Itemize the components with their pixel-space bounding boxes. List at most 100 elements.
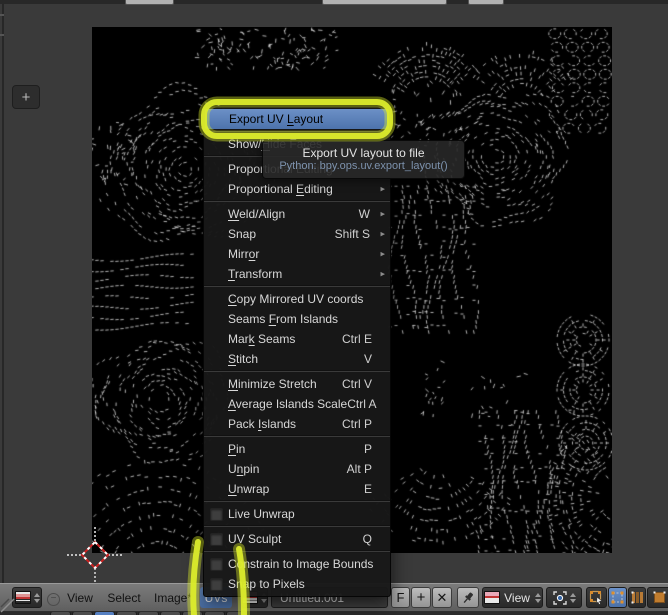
sync-select-icon xyxy=(589,590,603,605)
menu-item-label: Unpin xyxy=(228,462,260,476)
tooltip: Export UV layout to file Python: bpy.ops… xyxy=(262,140,465,179)
left-tick xyxy=(0,14,4,16)
menu-select[interactable]: Select xyxy=(104,587,144,608)
menu-item-shortcut: E xyxy=(363,482,372,496)
collapse-menus-icon[interactable]: − xyxy=(47,593,60,606)
menu-separator xyxy=(204,435,390,437)
menu-separator xyxy=(204,285,390,287)
vertex-select-button[interactable] xyxy=(608,587,627,608)
menu-separator xyxy=(204,370,390,372)
fake-user-button[interactable]: F xyxy=(391,587,410,608)
menu-item-label: Stitch xyxy=(228,352,259,366)
view-mode-dropdown[interactable]: View xyxy=(482,587,543,608)
menu-item-export-uv-layout[interactable]: Export UV Layout xyxy=(205,109,389,129)
menu-view[interactable]: View xyxy=(64,587,96,608)
view-mode-label: View xyxy=(504,590,530,605)
submenu-arrow-icon: ▸ xyxy=(380,248,385,259)
menu-item-weld-align[interactable]: Weld/Align W ▸ xyxy=(204,204,390,224)
menu-item-unpin[interactable]: Unpin Alt P xyxy=(204,459,390,479)
menu-item-label: Unwrap xyxy=(228,482,270,496)
menu-separator xyxy=(204,550,390,552)
menu-item-label: Snap to Pixels xyxy=(228,577,305,591)
edge-select-icon xyxy=(631,591,643,604)
menu-item-seams-from-islands[interactable]: Seams From Islands xyxy=(204,309,390,329)
menu-item-shortcut: Ctrl P xyxy=(342,417,372,431)
menu-item-label: Pack Islands xyxy=(228,417,297,431)
menu-item-label: Mirror xyxy=(228,247,260,261)
top-header-sliver xyxy=(0,0,668,5)
menu-item-shortcut: Ctrl E xyxy=(342,332,372,346)
menu-item-label: Snap xyxy=(228,227,257,241)
pivot-dropdown[interactable] xyxy=(546,587,582,608)
pivot-bullseye-icon xyxy=(552,590,567,605)
edge-select-button[interactable] xyxy=(628,587,646,608)
face-select-button[interactable] xyxy=(647,587,668,608)
tooltip-title: Export UV layout to file xyxy=(302,146,425,160)
menu-item-label: Pin xyxy=(228,442,246,456)
menu-item-transform[interactable]: Transform ▸ xyxy=(204,264,390,284)
menu-item-label: Transform xyxy=(228,267,283,281)
resize-corner-icon[interactable] xyxy=(0,596,16,614)
menu-item-shortcut: Ctrl A xyxy=(347,397,377,411)
menu-item-label: Constrain to Image Bounds xyxy=(228,557,374,571)
expand-panel-button[interactable]: + xyxy=(12,85,40,109)
top-button-partial xyxy=(468,0,504,5)
checkbox-icon[interactable] xyxy=(210,578,223,591)
pushpin-icon xyxy=(463,592,473,603)
spinner-arrows-icon xyxy=(569,592,576,603)
unlink-image-button[interactable]: ✕ xyxy=(432,587,452,608)
menu-item-constrain-to-image-bounds[interactable]: Constrain to Image Bounds xyxy=(204,554,390,574)
checkbox-icon[interactable] xyxy=(210,558,223,571)
menu-item-snap-to-pixels[interactable]: Snap to Pixels xyxy=(204,574,390,594)
new-image-button[interactable]: + xyxy=(411,587,431,608)
menu-item-label: Export UV Layout xyxy=(229,112,324,126)
menu-item-shortcut: P xyxy=(363,442,372,456)
menu-item-shortcut: Q xyxy=(362,532,372,546)
menu-image[interactable]: Image* xyxy=(152,587,194,608)
top-button-partial xyxy=(125,0,174,5)
menu-item-mark-seams[interactable]: Mark Seams Ctrl E xyxy=(204,329,390,349)
menu-item-unwrap[interactable]: Unwrap E xyxy=(204,479,390,499)
menu-item-label: Average Islands Scale xyxy=(228,397,348,411)
menu-item-copy-mirrored-uv-coords[interactable]: Copy Mirrored UV coords xyxy=(204,289,390,309)
menu-separator xyxy=(204,200,390,202)
menu-item-label: Copy Mirrored UV coords xyxy=(228,292,364,306)
menu-item-pack-islands[interactable]: Pack Islands Ctrl P xyxy=(204,414,390,434)
blender-window: + Export UV LayoutShow/Hide FacesProport… xyxy=(0,0,668,615)
checkbox-icon[interactable] xyxy=(210,533,223,546)
image-editor-icon xyxy=(14,591,31,604)
menu-item-minimize-stretch[interactable]: Minimize Stretch Ctrl V xyxy=(204,374,390,394)
menu-item-average-islands-scale[interactable]: Average Islands Scale Ctrl A xyxy=(204,394,390,414)
spinner-arrows-icon xyxy=(33,592,40,603)
menu-item-shortcut: W xyxy=(358,207,370,221)
top-field-partial xyxy=(322,0,447,5)
menu-item-uv-sculpt[interactable]: UV Sculpt Q xyxy=(204,529,390,549)
vertex-select-icon xyxy=(611,591,624,604)
pin-button[interactable] xyxy=(457,587,479,608)
menu-item-shortcut: V xyxy=(363,352,372,366)
submenu-arrow-icon: ▸ xyxy=(380,268,385,279)
menu-item-shortcut: Ctrl V xyxy=(342,377,372,391)
sync-select-button[interactable] xyxy=(586,587,607,608)
menu-item-stitch[interactable]: Stitch V xyxy=(204,349,390,369)
editor-left-border xyxy=(2,4,4,583)
menu-item-shortcut: Alt P xyxy=(346,462,372,476)
menu-separator xyxy=(204,500,390,502)
menu-item-proportional-editing[interactable]: Proportional Editing ▸ xyxy=(204,179,390,199)
uvs-menu: Export UV LayoutShow/Hide FacesProportio… xyxy=(203,106,391,597)
spinner-arrows-icon xyxy=(534,592,541,603)
left-tick xyxy=(0,34,4,36)
menu-item-snap[interactable]: Snap Shift S ▸ xyxy=(204,224,390,244)
image-thumbnail-icon xyxy=(484,591,501,604)
menu-item-label: UV Sculpt xyxy=(228,532,282,546)
menu-separator xyxy=(204,130,390,132)
menu-item-live-unwrap[interactable]: Live Unwrap xyxy=(204,504,390,524)
menu-separator xyxy=(204,525,390,527)
editor-type-selector[interactable] xyxy=(12,587,42,608)
menu-item-pin[interactable]: Pin P xyxy=(204,439,390,459)
menu-item-label: Seams From Islands xyxy=(228,312,339,326)
submenu-arrow-icon: ▸ xyxy=(380,183,385,194)
checkbox-icon[interactable] xyxy=(210,508,223,521)
face-select-icon xyxy=(653,591,665,603)
menu-item-mirror[interactable]: Mirror ▸ xyxy=(204,244,390,264)
